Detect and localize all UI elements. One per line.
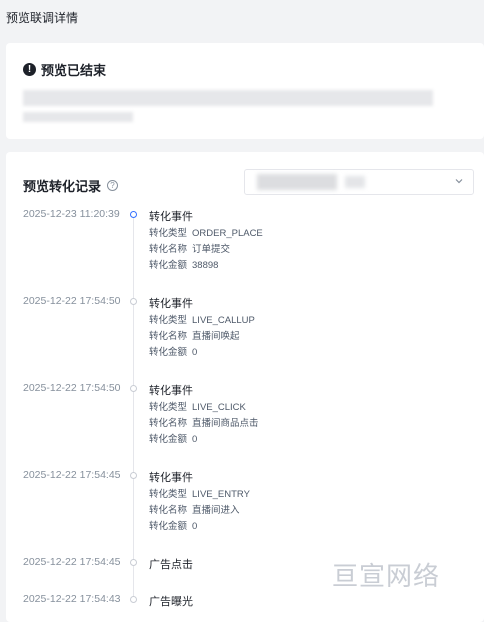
detail-label: 转化类型 [149, 489, 188, 500]
event-details: 转化类型 LIVE_CLICK 转化名称 直播间商品点击 转化金额 0 [149, 401, 264, 449]
filter-select[interactable] [244, 169, 474, 195]
event-details: 转化类型 ORDER_PLACE 转化名称 订单提交 转化金额 38898 [149, 227, 268, 275]
event-title: 转化事件 [149, 385, 193, 397]
detail-value: 直播间唤起 [192, 331, 240, 342]
detail-value: 0 [192, 521, 198, 532]
detail-value: LIVE_CLICK [192, 402, 246, 413]
detail-value: ORDER_PLACE [192, 228, 263, 239]
event-title: 转化事件 [149, 472, 193, 484]
detail-value: 订单提交 [192, 244, 231, 255]
timeline-dot [130, 385, 137, 392]
event-time: 2025-12-22 17:54:45 [23, 469, 121, 481]
records-title: 预览转化记录 [23, 179, 102, 194]
event-time: 2025-12-22 17:54:50 [23, 382, 121, 394]
timeline-dot [130, 298, 137, 305]
event-details: 转化类型 LIVE_CALLUP 转化名称 直播间唤起 转化金额 0 [149, 314, 260, 362]
detail-label: 转化名称 [149, 244, 188, 255]
redacted-text [23, 112, 133, 122]
detail-value: 直播间商品点击 [192, 418, 259, 429]
timeline-dot [130, 596, 137, 603]
event-time: 2025-12-22 17:54:50 [23, 295, 121, 307]
timeline-dot [130, 559, 137, 566]
page-title: 预览联调详情 [6, 11, 79, 25]
timeline-dot [130, 472, 137, 479]
detail-value: 0 [192, 347, 198, 358]
help-icon[interactable]: ? [107, 180, 119, 191]
chevron-down-icon [455, 179, 463, 184]
event-time: 2025-12-22 17:54:43 [23, 593, 121, 605]
status-title: 预览已结束 [41, 63, 107, 78]
event-time: 2025-12-23 11:20:39 [23, 208, 120, 220]
detail-label: 转化名称 [149, 505, 188, 516]
event-title: 广告曝光 [149, 596, 193, 608]
detail-label: 转化名称 [149, 418, 188, 429]
detail-label: 转化名称 [149, 331, 188, 342]
records-card: 预览转化记录 ? 2025-12-23 11:20:39 转化事件 转化类型 OR… [6, 152, 484, 622]
detail-label: 转化类型 [149, 315, 188, 326]
detail-value: LIVE_ENTRY [192, 489, 250, 500]
records-header: 预览转化记录 ? [23, 176, 119, 195]
detail-value: 38898 [192, 260, 219, 271]
event-title: 转化事件 [149, 298, 193, 310]
timeline-line [133, 218, 134, 598]
detail-value: 直播间进入 [192, 505, 240, 516]
status-card: ! 预览已结束 [6, 43, 484, 139]
detail-label: 转化金额 [149, 521, 188, 532]
event-title: 转化事件 [149, 211, 193, 223]
detail-value: 0 [192, 434, 198, 445]
info-icon: ! [23, 63, 36, 76]
detail-label: 转化金额 [149, 260, 188, 271]
detail-value: LIVE_CALLUP [192, 315, 255, 326]
redacted-text [257, 174, 337, 190]
watermark-logo: 亘宣网络 [332, 562, 441, 592]
status-header: ! 预览已结束 [23, 60, 106, 79]
event-details: 转化类型 LIVE_ENTRY 转化名称 直播间进入 转化金额 0 [149, 488, 255, 536]
event-time: 2025-12-22 17:54:45 [23, 556, 121, 568]
detail-label: 转化类型 [149, 402, 188, 413]
detail-label: 转化金额 [149, 347, 188, 358]
timeline-dot-active [130, 211, 137, 218]
redacted-text [23, 90, 433, 106]
detail-label: 转化金额 [149, 434, 188, 445]
event-title: 广告点击 [149, 559, 193, 571]
redacted-text [345, 176, 365, 188]
detail-label: 转化类型 [149, 228, 188, 239]
